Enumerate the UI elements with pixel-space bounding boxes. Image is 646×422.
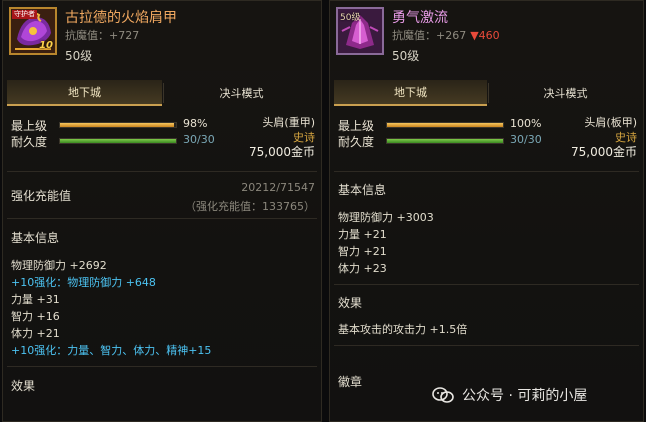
durability-label: 耐久度 bbox=[338, 135, 375, 149]
grade-bar-fill bbox=[60, 123, 174, 127]
grade-bar bbox=[386, 122, 504, 128]
required-level: 50级 bbox=[392, 49, 420, 63]
item-tooltip-right: 50级 勇气激流 抗魔值：+267 ▼460 50级 地下城 决斗模式 最上级 1… bbox=[329, 0, 644, 422]
divider bbox=[7, 171, 317, 172]
durability-bar bbox=[59, 138, 177, 144]
crystal-shoulder-armor-icon: 50级 bbox=[336, 7, 384, 55]
stat-line: 智力 +21 bbox=[338, 245, 387, 258]
durability-label: 耐久度 bbox=[11, 135, 48, 149]
grade-value: 100% bbox=[510, 117, 542, 130]
resist-value: 抗魔值：+727 bbox=[65, 29, 140, 42]
slot-type: 头肩(重甲) bbox=[262, 116, 315, 129]
enhance-progress: 20212/71547 bbox=[241, 181, 315, 194]
rarity-label: 史诗 bbox=[615, 131, 637, 144]
stat-line: 力量 +21 bbox=[338, 228, 387, 241]
divider bbox=[7, 218, 317, 219]
effect-line: 基本攻击的攻击力 +1.5倍 bbox=[338, 323, 468, 336]
grade-bar-fill bbox=[387, 123, 503, 127]
resist-value: 抗魔值：+267 ▼460 bbox=[392, 27, 500, 43]
enhance-charge: （强化充能值：133765） bbox=[185, 200, 315, 213]
enhance-level-badge: 10 bbox=[39, 40, 53, 51]
durability-bar-fill bbox=[60, 139, 176, 143]
effect-title: 效果 bbox=[338, 296, 363, 310]
slot-info: 头肩(板甲) 史诗 75,000金币 bbox=[571, 115, 637, 160]
enhance-stat-line: +10强化：力量、智力、体力、精神+15 bbox=[11, 344, 212, 357]
stat-line: 物理防御力 +3003 bbox=[338, 211, 434, 224]
stat-line: 体力 +23 bbox=[338, 262, 387, 275]
enhance-charge-title: 强化充能值 bbox=[11, 189, 72, 203]
grade-row: 最上级 98% bbox=[11, 117, 231, 133]
wechat-official-account-icon bbox=[432, 386, 454, 404]
basic-info-title: 基本信息 bbox=[338, 183, 387, 197]
slot-type: 头肩(板甲) bbox=[584, 116, 637, 129]
emblem-title: 徽章 bbox=[338, 375, 363, 389]
divider bbox=[334, 345, 639, 346]
mode-tabs: 地下城 决斗模式 bbox=[3, 80, 321, 106]
durability-row: 耐久度 30/30 bbox=[11, 133, 231, 149]
mode-tabs: 地下城 决斗模式 bbox=[330, 80, 643, 106]
item-header: 守护者 10 古拉德的火焰肩甲 抗魔值：+727 50级 bbox=[3, 1, 321, 71]
divider bbox=[334, 171, 639, 172]
durability-bar-fill bbox=[387, 139, 503, 143]
durability-value: 30/30 bbox=[510, 133, 542, 146]
grade-row: 最上级 100% bbox=[338, 117, 558, 133]
watermark: 公众号 · 可莉的小屋 bbox=[432, 384, 587, 406]
stat-line: 物理防御力 +2692 bbox=[11, 259, 107, 272]
grade-label: 最上级 bbox=[338, 119, 375, 133]
tab-duel[interactable]: 决斗模式 bbox=[164, 80, 319, 106]
rarity-label: 史诗 bbox=[293, 131, 315, 144]
tab-dungeon[interactable]: 地下城 bbox=[334, 80, 487, 106]
stat-line: 力量 +31 bbox=[11, 293, 60, 306]
item-tooltip-left: 守护者 10 古拉德的火焰肩甲 抗魔值：+727 50级 地下城 决斗模式 最上… bbox=[2, 0, 322, 422]
stat-line: 智力 +16 bbox=[11, 310, 60, 323]
effect-title: 效果 bbox=[11, 379, 36, 393]
item-header: 50级 勇气激流 抗魔值：+267 ▼460 50级 bbox=[330, 1, 643, 71]
flame-shoulder-armor-icon: 守护者 10 bbox=[9, 7, 57, 55]
divider bbox=[334, 284, 639, 285]
enhance-stat-line: +10强化：物理防御力 +648 bbox=[11, 276, 156, 289]
sell-price: 75,000金币 bbox=[571, 145, 637, 159]
item-name: 古拉德的火焰肩甲 bbox=[65, 10, 177, 26]
grade-bar bbox=[59, 122, 177, 128]
required-level: 50级 bbox=[65, 49, 93, 63]
sell-price: 75,000金币 bbox=[249, 145, 315, 159]
watermark-text: 公众号 · 可莉的小屋 bbox=[462, 388, 588, 404]
item-name: 勇气激流 bbox=[392, 10, 448, 26]
stat-line: 体力 +21 bbox=[11, 327, 60, 340]
grade-label: 最上级 bbox=[11, 119, 48, 133]
grade-value: 98% bbox=[183, 117, 208, 130]
divider bbox=[7, 366, 317, 367]
durability-row: 耐久度 30/30 bbox=[338, 133, 558, 149]
resist-base: 抗魔值：+267 bbox=[392, 29, 467, 42]
tab-duel[interactable]: 决斗模式 bbox=[489, 80, 642, 106]
resist-decrease: ▼460 bbox=[470, 29, 500, 42]
slot-info: 头肩(重甲) 史诗 75,000金币 bbox=[249, 115, 315, 160]
durability-value: 30/30 bbox=[183, 133, 215, 146]
icon-level-badge: 50级 bbox=[340, 13, 361, 23]
tag-badge: 守护者 bbox=[12, 10, 37, 19]
basic-info-title: 基本信息 bbox=[11, 231, 60, 245]
durability-bar bbox=[386, 138, 504, 144]
tab-dungeon[interactable]: 地下城 bbox=[7, 80, 162, 106]
